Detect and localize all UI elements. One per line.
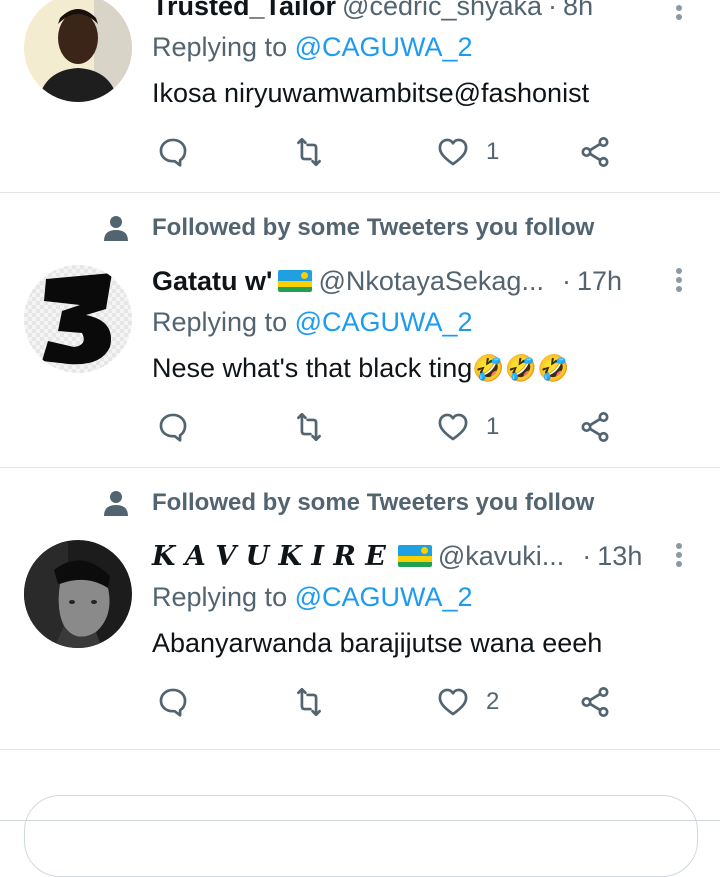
share-button[interactable] xyxy=(578,682,612,722)
like-count: 1 xyxy=(486,138,500,165)
handle[interactable]: @NkotayaSekag... xyxy=(318,266,544,297)
like-count: 1 xyxy=(486,413,500,440)
replying-prefix: Replying to xyxy=(152,307,288,337)
replying-to: Replying to @CAGUWA_2 xyxy=(152,307,473,338)
avatar[interactable] xyxy=(24,265,132,373)
divider xyxy=(0,749,720,750)
rwanda-flag-icon xyxy=(278,270,313,292)
share-icon xyxy=(581,687,609,717)
tweet-text: Ikosa niryuwamwambitse@fashonist xyxy=(152,78,590,108)
share-button[interactable] xyxy=(578,132,612,172)
tweet-text: Abanyarwanda barajijutse wana eeeh xyxy=(152,628,603,658)
mention-link[interactable]: @CAGUWA_2 xyxy=(295,582,473,612)
reply-button[interactable] xyxy=(156,682,190,722)
more-icon[interactable] xyxy=(676,2,684,23)
share-button[interactable] xyxy=(578,407,612,447)
like-button[interactable]: 1 xyxy=(436,132,499,172)
tweet-actions: 2 xyxy=(152,682,622,722)
replying-prefix: Replying to xyxy=(152,582,288,612)
reply-icon xyxy=(159,413,187,442)
timestamp[interactable]: 13h xyxy=(597,541,642,572)
replying-prefix: Replying to xyxy=(152,32,288,62)
display-name[interactable]: K A V U K I R E xyxy=(152,541,386,572)
like-button[interactable]: 2 xyxy=(436,682,499,722)
separator-dot: · xyxy=(582,540,592,571)
like-count: 2 xyxy=(486,688,500,715)
more-icon[interactable] xyxy=(676,265,684,295)
rwanda-flag-icon xyxy=(397,545,432,567)
timestamp[interactable]: 8h xyxy=(563,0,593,22)
separator-dot: · xyxy=(548,0,558,21)
social-context-text: Followed by some Tweeters you follow xyxy=(152,489,595,516)
like-icon xyxy=(438,138,468,166)
retweet-icon xyxy=(297,687,321,717)
reply-compose-box[interactable] xyxy=(24,795,698,877)
person-icon xyxy=(104,216,128,241)
mention-link[interactable]: @CAGUWA_2 xyxy=(295,32,473,62)
reply-button[interactable] xyxy=(156,407,190,447)
retweet-icon xyxy=(297,412,321,442)
bottom-divider xyxy=(0,820,720,821)
avatar[interactable] xyxy=(24,540,132,648)
retweet-button[interactable] xyxy=(292,132,326,172)
tweet-text: Nese what's that black ting🤣🤣🤣 xyxy=(152,353,569,384)
tweet-actions: 1 xyxy=(152,132,622,172)
separator-dot: · xyxy=(561,265,571,296)
share-icon xyxy=(581,412,609,442)
share-icon xyxy=(581,137,609,167)
reply-icon xyxy=(159,138,187,167)
like-button[interactable]: 1 xyxy=(436,407,499,447)
divider xyxy=(0,467,720,468)
person-icon xyxy=(104,491,128,516)
replying-to: Replying to @CAGUWA_2 xyxy=(152,32,473,63)
more-icon[interactable] xyxy=(676,540,684,570)
avatar[interactable] xyxy=(24,0,132,102)
retweet-button[interactable] xyxy=(292,407,326,447)
like-icon xyxy=(438,688,468,716)
timestamp[interactable]: 17h xyxy=(577,266,622,297)
reply-button[interactable] xyxy=(156,132,190,172)
divider xyxy=(0,192,720,193)
social-context-text: Followed by some Tweeters you follow xyxy=(152,214,595,241)
tweet-actions: 1 xyxy=(152,407,622,447)
tweet-text-body: Nese what's that black ting xyxy=(152,353,473,383)
laughing-emoji: 🤣🤣🤣 xyxy=(472,353,570,383)
reply-icon xyxy=(159,688,187,717)
handle[interactable]: @cedric_shyaka xyxy=(342,0,542,22)
retweet-button[interactable] xyxy=(292,682,326,722)
display-name[interactable]: Gatatu w' xyxy=(152,266,272,297)
like-icon xyxy=(438,413,468,441)
retweet-icon xyxy=(297,137,321,167)
display-name[interactable]: Trusted_Tailor xyxy=(152,0,336,22)
replying-to: Replying to @CAGUWA_2 xyxy=(152,582,473,613)
social-context: Followed by some Tweeters you follow xyxy=(104,486,594,520)
social-context: Followed by some Tweeters you follow xyxy=(104,211,594,245)
mention-link[interactable]: @CAGUWA_2 xyxy=(295,307,473,337)
handle[interactable]: @kavuki... xyxy=(438,541,564,572)
